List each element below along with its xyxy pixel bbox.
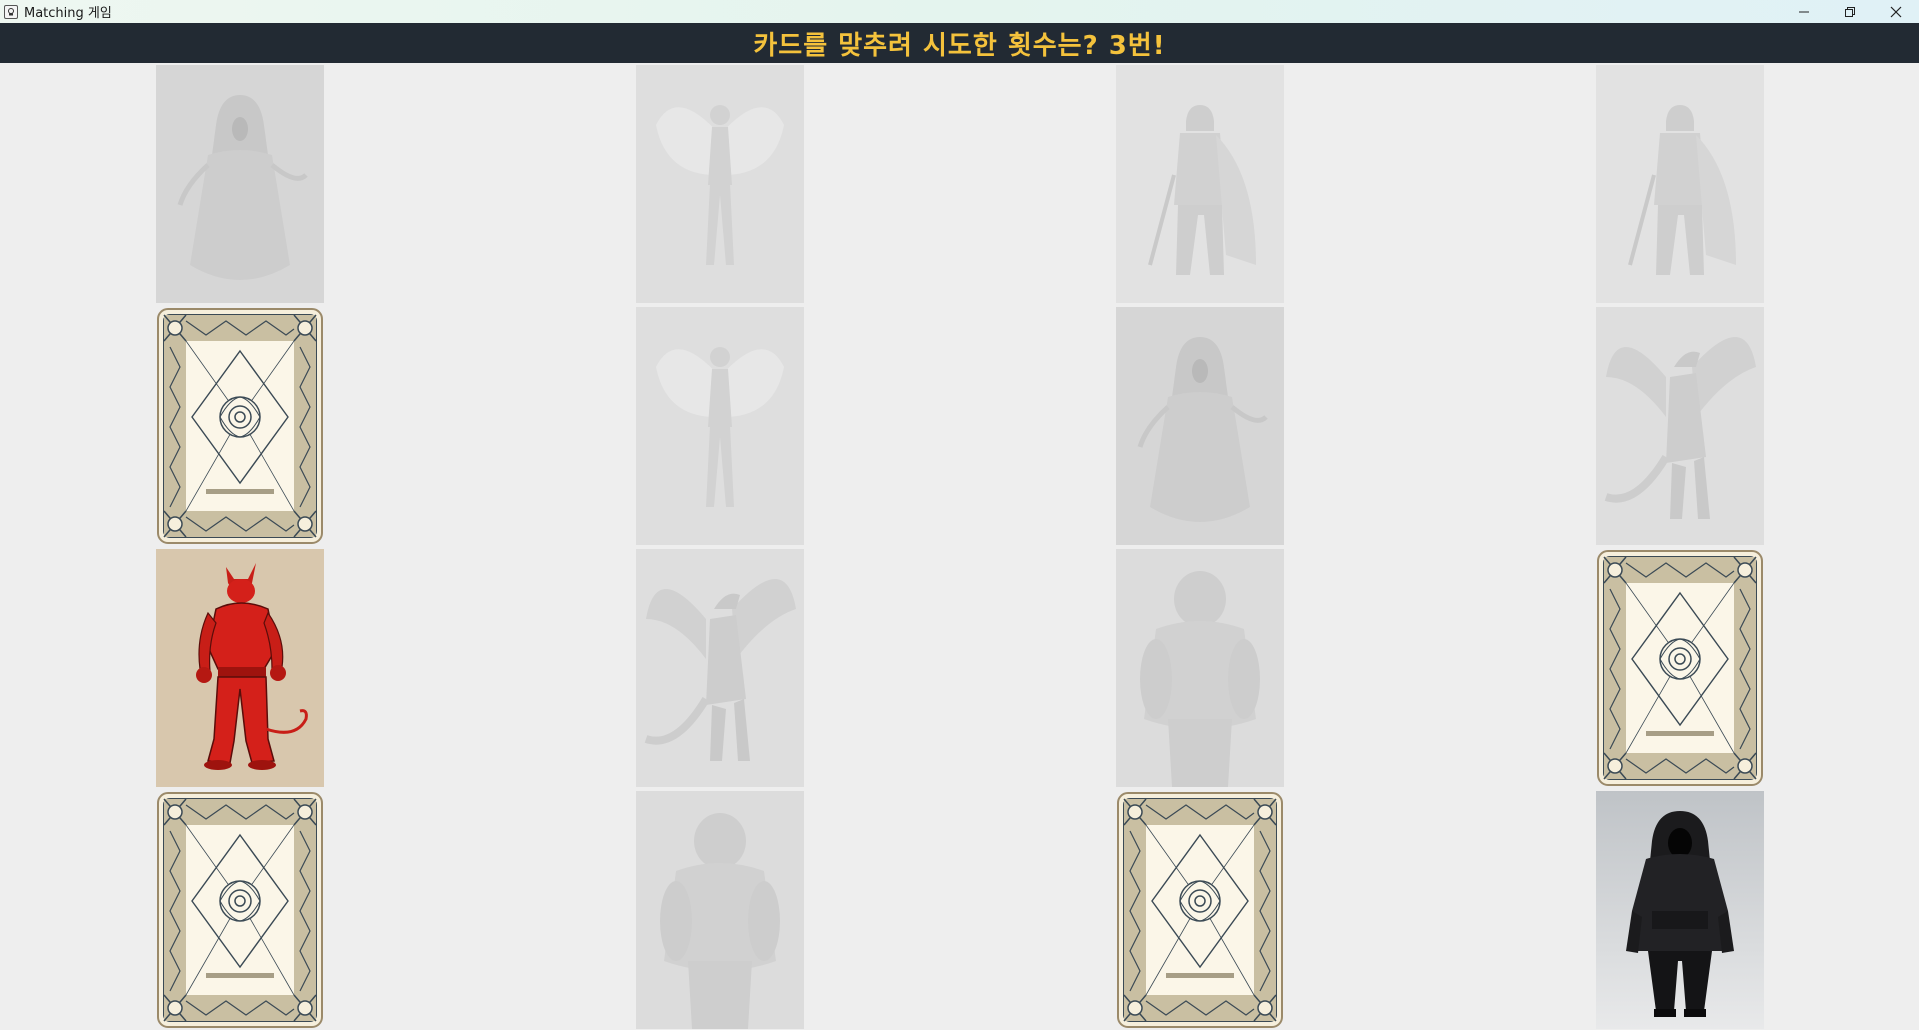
- attempt-counter-text: 카드를 맞추려 시도한 횟수는? 3번!: [753, 30, 1166, 61]
- wraith-card: [1116, 307, 1284, 545]
- wraith-card: [156, 65, 324, 303]
- title-bar: Matching 게임: [0, 0, 1919, 23]
- attempt-counter-banner: 카드를 맞추려 시도한 횟수는? 3번!: [0, 23, 1919, 63]
- knight-card: [1596, 65, 1764, 303]
- fairy-card: [636, 307, 804, 545]
- card-grid: [0, 63, 1919, 1030]
- dragon-card: [636, 549, 804, 787]
- card-back[interactable]: [156, 791, 324, 1029]
- close-icon[interactable]: [1873, 0, 1919, 23]
- window-controls: [1781, 0, 1919, 23]
- troll-card: [1116, 549, 1284, 787]
- minimize-icon[interactable]: [1781, 0, 1827, 23]
- fairy-card: [636, 65, 804, 303]
- app-icon: [4, 4, 18, 19]
- card-back[interactable]: [156, 307, 324, 545]
- knight-card: [1116, 65, 1284, 303]
- card-back[interactable]: [1596, 549, 1764, 787]
- maximize-icon[interactable]: [1827, 0, 1873, 23]
- window-title: Matching 게임: [24, 6, 112, 21]
- troll-card: [636, 791, 804, 1029]
- card-back[interactable]: [1116, 791, 1284, 1029]
- dragon-card: [1596, 307, 1764, 545]
- hooded-figure-card[interactable]: [1596, 791, 1764, 1029]
- red-demon-card[interactable]: [156, 549, 324, 787]
